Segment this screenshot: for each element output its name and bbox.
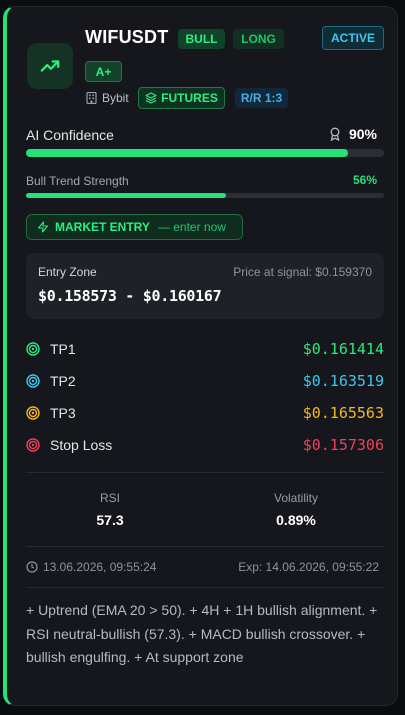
divider [26, 587, 384, 588]
target-icon [26, 374, 40, 388]
grade-badge: A+ [85, 61, 122, 82]
exchange-name: Bybit [102, 91, 129, 105]
rsi-label: RSI [99, 491, 120, 505]
target-row-tp2: TP2 $0.163519 [26, 370, 384, 392]
market-entry-sublabel: — enter now [157, 220, 226, 234]
layers-icon [145, 92, 157, 104]
market-entry-button[interactable]: MARKET ENTRY — enter now [26, 214, 243, 240]
created-timestamp: 13.06.2026, 09:55:24 [26, 560, 156, 574]
divider [26, 472, 384, 473]
trend-label: Bull Trend Strength [26, 174, 129, 188]
target-price: $0.165563 [302, 404, 384, 422]
exchange: Bybit [86, 91, 129, 105]
clock-icon [26, 561, 38, 573]
confidence-label: AI Confidence [26, 127, 114, 143]
futures-badge: FUTURES [138, 87, 225, 109]
volatility-value: 0.89% [276, 512, 316, 528]
confidence-bar-fill [26, 149, 349, 157]
rsi-value: 57.3 [96, 512, 124, 528]
volatility-label: Volatility [273, 491, 319, 505]
trend-bar-fill [26, 193, 227, 198]
target-name: Stop Loss [50, 437, 113, 453]
target-row-stop-loss: Stop Loss $0.157306 [26, 434, 384, 456]
target-icon [26, 438, 40, 452]
building-icon [86, 92, 97, 104]
target-price: $0.163519 [302, 372, 384, 390]
target-icon [26, 342, 40, 356]
target-price: $0.161414 [302, 340, 384, 358]
target-icon [26, 406, 40, 420]
created-time: 13.06.2026, 09:55:24 [43, 560, 157, 574]
symbol-title: WIFUSDT [85, 27, 169, 47]
zap-icon [37, 221, 49, 233]
futures-label: FUTURES [161, 91, 218, 105]
target-row-tp3: TP3 $0.165563 [26, 402, 384, 424]
status-badge: ACTIVE [322, 26, 384, 50]
market-entry-label: MARKET ENTRY [55, 220, 150, 234]
trending-up-icon [40, 60, 60, 72]
long-badge: LONG [233, 29, 284, 49]
target-name: TP1 [50, 341, 76, 357]
divider [26, 546, 384, 547]
target-price: $0.157306 [302, 436, 384, 454]
rr-badge: R/R 1:3 [235, 88, 288, 108]
expiry-timestamp: Exp: 14.06.2026, 09:55:22 [238, 560, 379, 574]
trend-bar [26, 193, 384, 198]
signal-card: WIFUSDT BULL LONG ACTIVE A+ Bybit FUTURE… [3, 6, 398, 706]
target-row-tp1: TP1 $0.161414 [26, 338, 384, 360]
confidence-value: 90% [329, 126, 377, 142]
target-name: TP3 [50, 405, 76, 421]
trend-value: 56% [352, 173, 377, 187]
entry-zone-panel: Entry Zone Price at signal: $0.159370 $0… [26, 253, 384, 319]
award-icon [330, 127, 340, 141]
price-at-signal: Price at signal: $0.159370 [233, 265, 372, 279]
entry-zone-label: Entry Zone [38, 265, 97, 279]
confidence-percent: 90% [348, 126, 377, 142]
confidence-bar [26, 149, 384, 157]
bull-badge: BULL [178, 29, 225, 49]
signal-logo [27, 43, 73, 89]
signal-notes: + Uptrend (EMA 20 > 50). + 4H + 1H bulli… [26, 602, 378, 665]
entry-zone-range: $0.158573 - $0.160167 [38, 287, 222, 305]
target-name: TP2 [50, 373, 76, 389]
